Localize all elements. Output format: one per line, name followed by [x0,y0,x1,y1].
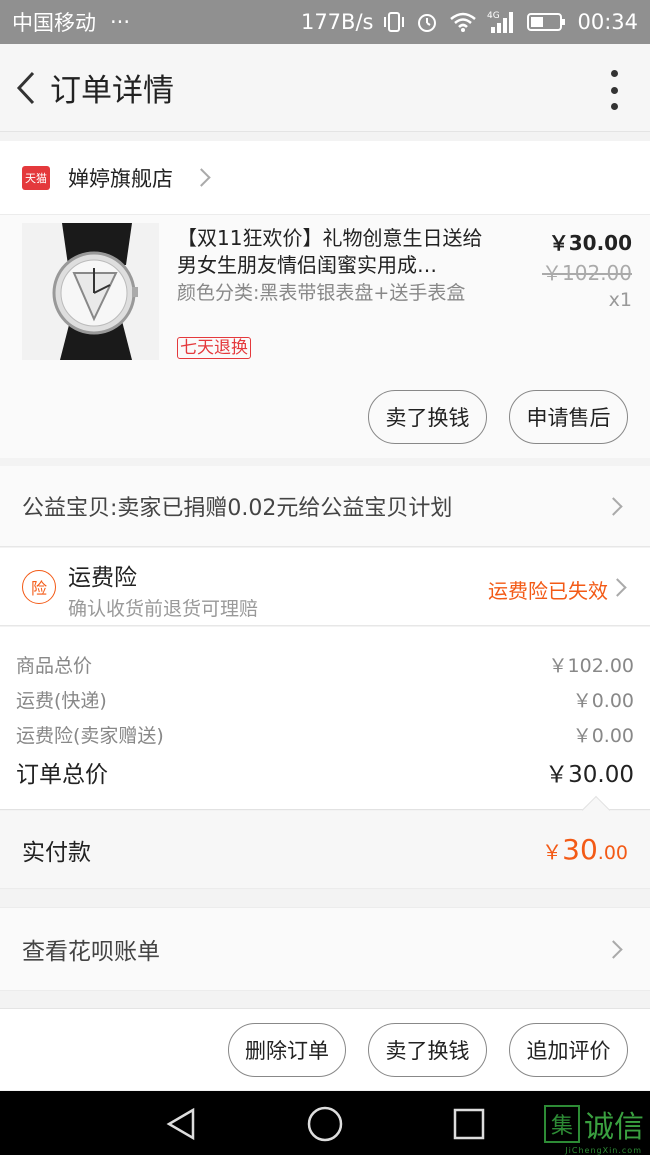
chevron-right-icon [604,496,623,516]
shipping-insurance-row[interactable]: 险 运费险 确认收货前退货可理赔 运费险已失效 [0,548,650,626]
back-button[interactable] [6,58,46,118]
order-actions-bar: 删除订单 卖了换钱 追加评价 [0,1008,650,1090]
paid-amount-row: 实付款 ￥ 30 .00 [0,795,650,889]
tmall-logo-icon: 天猫 [22,165,50,190]
alarm-icon [415,10,439,34]
sell-button[interactable]: 卖了换钱 [368,1023,487,1077]
carrier-label: 中国移动 [12,11,96,35]
nav-recents-icon[interactable] [452,1107,486,1141]
paid-label: 实付款 [22,839,91,866]
more-dot-icon [610,70,618,77]
nav-home-icon[interactable] [306,1105,344,1143]
signal-icon: 4G [487,9,517,35]
charity-text: 公益宝贝:卖家已捐赠0.02元给公益宝贝计划 [22,496,453,521]
product-thumbnail[interactable] [22,223,159,360]
huabei-bill-row[interactable]: 查看花呗账单 [0,907,650,991]
insurance-subtitle: 确认收货前退货可理赔 [68,598,259,620]
watermark-logo: 集 诚信 [544,1102,644,1146]
paid-amount: ￥ 30 .00 [542,833,628,866]
product-title: 【双11狂欢价】礼物创意生日送给男女生朋友情侣闺蜜实用成… [177,226,483,277]
sell-button[interactable]: 卖了换钱 [368,390,487,444]
charity-row[interactable]: 公益宝贝:卖家已捐赠0.02元给公益宝贝计划 [0,466,650,547]
product-price: ￥30.00 [548,231,632,255]
shop-name: 婵婷旗舰店 [68,166,173,191]
more-menu-button[interactable] [608,70,620,110]
insurance-icon: 险 [22,570,56,604]
net-speed: 177B/s [300,10,374,34]
clock: 00:34 [577,10,638,34]
watermark-box: 集 [544,1105,580,1143]
return-policy-badge: 七天退换 [177,337,251,359]
paid-integer: 30 [562,833,598,866]
battery-icon [527,12,567,32]
product-item[interactable]: 【双11狂欢价】礼物创意生日送给男女生朋友情侣闺蜜实用成… 颜色分类:黑表带银表… [0,215,650,458]
insurance-status: 运费险已失效 [488,579,608,603]
product-quantity: x1 [608,289,632,311]
summary-row: 运费险(卖家赠送) ￥0.00 [16,721,634,748]
summary-label: 商品总价 [16,655,93,677]
chevron-right-icon [604,939,623,959]
price-summary: 商品总价 ￥102.00 运费(快递) ￥0.00 运费险(卖家赠送) ￥0.0… [0,627,650,810]
summary-value: ￥0.00 [572,690,634,712]
chevron-right-icon [192,168,211,187]
nav-back-icon[interactable] [164,1107,198,1141]
order-total-value: ￥30.00 [545,762,634,788]
watermark-url: JiChengXin.com [565,1146,642,1155]
vibrate-icon [383,10,405,34]
notification-dots: ··· [110,10,131,34]
more-dot-icon [610,103,618,110]
summary-label: 运费(快递) [16,690,107,712]
summary-value: ￥0.00 [572,725,634,747]
summary-value: ￥102.00 [548,655,634,677]
page-title: 订单详情 [50,73,174,109]
summary-label: 运费险(卖家赠送) [16,725,164,747]
more-dot-icon [610,86,618,94]
app-header: 订单详情 [0,44,650,132]
product-original-price: ￥102.00 [542,261,632,285]
summary-row: 运费(快递) ￥0.00 [16,686,634,713]
shop-row[interactable]: 天猫 婵婷旗舰店 [0,141,650,215]
paid-decimal: .00 [597,842,628,864]
wifi-icon [449,11,477,33]
delete-order-button[interactable]: 删除订单 [228,1023,346,1077]
summary-row: 商品总价 ￥102.00 [16,651,634,678]
product-spec: 颜色分类:黑表带银表盘+送手表盒 [177,282,466,304]
back-arrow-icon [16,71,35,104]
order-total-label: 订单总价 [16,762,108,788]
insurance-title: 运费险 [68,565,137,591]
order-total-row: 订单总价 ￥30.00 [16,755,634,789]
chevron-right-icon [608,578,627,597]
network-type: 4G [487,11,500,21]
status-bar: 中国移动 ··· 177B/s 4G 00:34 [0,0,650,44]
after-sale-button[interactable]: 申请售后 [509,390,628,444]
paid-currency: ￥ [542,840,563,864]
add-review-button[interactable]: 追加评价 [509,1023,628,1077]
huabei-text: 查看花呗账单 [22,939,160,965]
watermark-text: 诚信 [584,1110,644,1145]
